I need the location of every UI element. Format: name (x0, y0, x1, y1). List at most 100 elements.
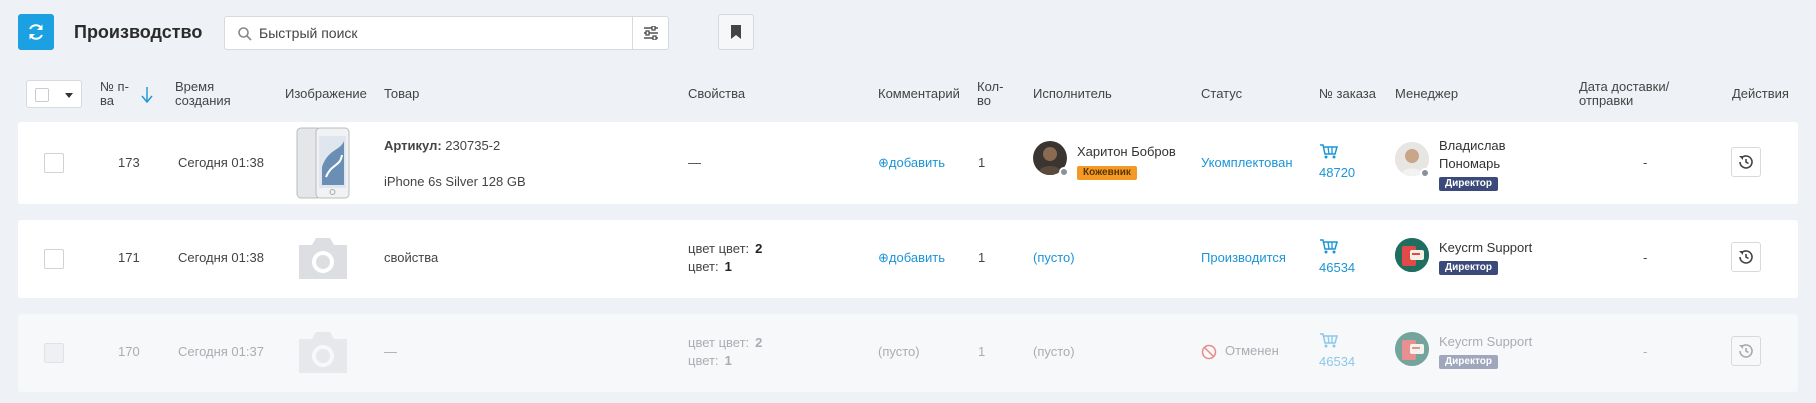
select-all-checkbox[interactable] (35, 88, 49, 102)
col-actions: Действия (1732, 86, 1789, 101)
col-image: Изображение (285, 86, 367, 101)
presence-dot (1420, 168, 1430, 178)
add-comment-link[interactable]: ⊕добавить (878, 250, 945, 266)
search-input[interactable] (259, 17, 599, 49)
col-num[interactable]: № п-ва (100, 80, 130, 108)
col-qty: Кол-во (977, 79, 1004, 108)
refresh-button[interactable] (18, 14, 54, 50)
table-row[interactable]: 170 Сегодня 01:37 — цвет цвет: 2 цвет: 1 (… (18, 314, 1798, 392)
order-link[interactable]: 46534 (1319, 354, 1355, 369)
add-comment-link[interactable]: ⊕добавить (878, 155, 945, 171)
qty-value: 1 (978, 344, 986, 359)
qty-value: 1 (978, 250, 986, 265)
props-line: цвет цвет: 2 (688, 335, 762, 350)
cart-icon (1320, 144, 1338, 159)
col-manager: Менеджер (1395, 86, 1459, 101)
row-created: Сегодня 01:38 (178, 250, 264, 265)
sort-arrow-icon[interactable] (140, 86, 154, 104)
bookmark-button[interactable] (718, 14, 754, 50)
manager-name[interactable]: Владислав (1439, 138, 1506, 153)
cancel-icon (1201, 344, 1217, 360)
product-sku: Артикул: 230735-2 (384, 138, 500, 153)
prop-key: цвет: (688, 259, 719, 274)
refresh-icon (29, 24, 43, 40)
cart-icon (1320, 333, 1338, 348)
row-created: Сегодня 01:38 (178, 155, 264, 170)
props-value: — (688, 155, 701, 170)
status-value: Отменен (1225, 343, 1279, 358)
search-icon (238, 27, 252, 41)
product-name[interactable]: iPhone 6s Silver 128 GB (384, 174, 526, 189)
executor-role-badge: Кожевник (1077, 166, 1137, 180)
bookmark-icon (731, 25, 741, 39)
col-created: Время создания (175, 79, 231, 108)
product-image[interactable] (296, 127, 350, 199)
col-delivery: Дата доставки/ отправки (1579, 79, 1670, 108)
prop-value: 1 (724, 353, 732, 368)
props-line: цвет: 1 (688, 259, 732, 274)
row-created: Сегодня 01:37 (178, 344, 264, 359)
product-name[interactable]: свойства (384, 250, 438, 265)
cart-icon (1320, 239, 1338, 254)
manager-name-line2[interactable]: Пономарь (1439, 156, 1500, 171)
row-checkbox (44, 343, 64, 363)
col-executor: Исполнитель (1033, 86, 1112, 101)
executor-empty: (пусто) (1033, 344, 1075, 359)
qty-value: 1 (978, 155, 986, 170)
manager-name[interactable]: Keycrm Support (1439, 240, 1532, 255)
history-button[interactable] (1731, 336, 1761, 366)
row-checkbox[interactable] (44, 249, 64, 269)
camera-placeholder-icon (299, 332, 347, 373)
manager-role-badge: Директор (1439, 355, 1498, 369)
history-button[interactable] (1731, 242, 1761, 272)
prop-value: 1 (724, 259, 732, 274)
status-value[interactable]: Производится (1201, 250, 1286, 265)
history-icon (1739, 344, 1753, 358)
col-status: Статус (1201, 86, 1243, 101)
history-icon (1739, 155, 1753, 169)
executor-empty[interactable]: (пусто) (1033, 250, 1075, 265)
order-link[interactable]: 46534 (1319, 260, 1355, 275)
col-order: № заказа (1319, 86, 1376, 101)
props-line: цвет цвет: 2 (688, 241, 762, 256)
sku-value: 230735-2 (445, 138, 501, 153)
table-header: № п-ва Время создания Изображение Товар … (0, 78, 1816, 112)
manager-role-badge: Директор (1439, 177, 1498, 191)
sku-label: Артикул: (384, 138, 442, 153)
history-button[interactable] (1731, 147, 1761, 177)
delivery-date: - (1643, 250, 1648, 265)
row-num[interactable]: 173 (118, 155, 140, 170)
history-icon (1739, 250, 1753, 264)
delivery-date: - (1643, 155, 1648, 170)
toolbar: Производство (18, 14, 758, 50)
manager-role-badge: Директор (1439, 261, 1498, 275)
row-num[interactable]: 171 (118, 250, 140, 265)
executor-name[interactable]: Харитон Бобров (1077, 144, 1176, 159)
prop-key: цвет цвет: (688, 335, 750, 350)
chevron-down-icon (65, 93, 73, 98)
prop-value: 2 (755, 335, 763, 350)
row-num[interactable]: 170 (118, 344, 140, 359)
search-box (224, 16, 669, 50)
manager-name[interactable]: Keycrm Support (1439, 334, 1532, 349)
manager-avatar (1395, 332, 1429, 366)
product-name[interactable]: — (384, 344, 397, 359)
row-checkbox[interactable] (44, 153, 64, 173)
delivery-date: - (1643, 344, 1648, 359)
camera-placeholder-icon (299, 238, 347, 279)
col-product: Товар (384, 86, 420, 101)
table-row[interactable]: 171 Сегодня 01:38 свойства цвет цвет: 2 ц… (18, 220, 1798, 298)
prop-value: 2 (755, 241, 763, 256)
table-row[interactable]: 173 Сегодня 01:38 Артикул: 230735-2 iPho… (18, 122, 1798, 204)
comment-empty: (пусто) (878, 344, 920, 359)
filter-button[interactable] (632, 17, 668, 49)
prop-key: цвет цвет: (688, 241, 750, 256)
select-all-dropdown[interactable] (26, 80, 82, 108)
col-props: Свойства (688, 86, 746, 101)
status-value[interactable]: Укомплектован (1201, 155, 1293, 170)
manager-avatar (1395, 238, 1429, 272)
sliders-icon (643, 26, 658, 40)
prop-key: цвет: (688, 353, 719, 368)
presence-dot (1059, 167, 1069, 177)
order-link[interactable]: 48720 (1319, 165, 1355, 180)
